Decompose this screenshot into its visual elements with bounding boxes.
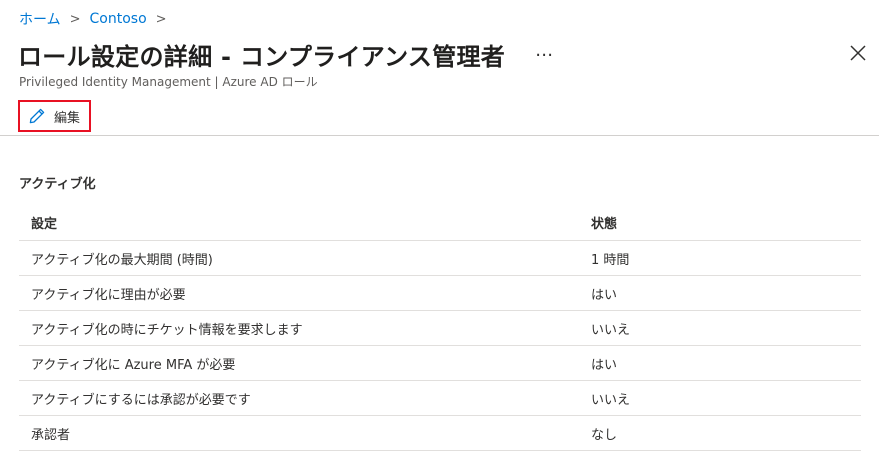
- status-cell: はい: [591, 287, 618, 303]
- column-header-setting: 設定: [31, 217, 58, 232]
- setting-cell: アクティブ化の最大期間 (時間): [31, 252, 213, 268]
- edit-button-label: 編集: [54, 110, 81, 126]
- page-title: ロール設定の詳細 - コンプライアンス管理者: [18, 42, 506, 71]
- setting-cell: 承認者: [31, 427, 71, 443]
- breadcrumb-home-link[interactable]: ホーム: [19, 9, 61, 29]
- page-subtitle: Privileged Identity Management | Azure A…: [19, 75, 318, 89]
- table-row: アクティブ化の時にチケット情報を要求します いいえ: [19, 311, 861, 346]
- ellipsis-icon[interactable]: …: [535, 40, 554, 61]
- table-row: アクティブ化に理由が必要 はい: [19, 276, 861, 311]
- table-header-row: 設定 状態: [19, 205, 861, 241]
- toolbar-divider: [0, 135, 879, 136]
- table-row: 承認者 なし: [19, 416, 861, 451]
- status-cell: 1 時間: [591, 252, 630, 268]
- pencil-icon: [29, 108, 45, 124]
- title-row: ロール設定の詳細 - コンプライアンス管理者 …: [18, 36, 554, 72]
- breadcrumb-separator: >: [155, 11, 167, 27]
- setting-cell: アクティブ化の時にチケット情報を要求します: [31, 322, 303, 338]
- table-row: アクティブ化の最大期間 (時間) 1 時間: [19, 241, 861, 276]
- breadcrumb-separator: >: [69, 11, 81, 27]
- column-header-status: 状態: [591, 217, 618, 232]
- status-cell: いいえ: [591, 392, 631, 408]
- table-row: アクティブ化に Azure MFA が必要 はい: [19, 346, 861, 381]
- table-row: アクティブにするには承認が必要です いいえ: [19, 381, 861, 416]
- setting-cell: アクティブにするには承認が必要です: [31, 392, 251, 408]
- setting-cell: アクティブ化に Azure MFA が必要: [31, 357, 236, 373]
- edit-button[interactable]: 編集: [18, 100, 92, 132]
- settings-table: 設定 状態 アクティブ化の最大期間 (時間) 1 時間 アクティブ化に理由が必要…: [19, 205, 861, 451]
- breadcrumb: ホーム > Contoso >: [19, 9, 176, 29]
- setting-cell: アクティブ化に理由が必要: [31, 287, 186, 303]
- status-cell: はい: [591, 357, 618, 373]
- breadcrumb-contoso-link[interactable]: Contoso: [90, 11, 147, 27]
- close-icon[interactable]: [849, 44, 867, 62]
- status-cell: いいえ: [591, 322, 631, 338]
- section-title-activation: アクティブ化: [19, 177, 96, 192]
- status-cell: なし: [591, 427, 618, 443]
- command-bar: 編集: [18, 100, 92, 132]
